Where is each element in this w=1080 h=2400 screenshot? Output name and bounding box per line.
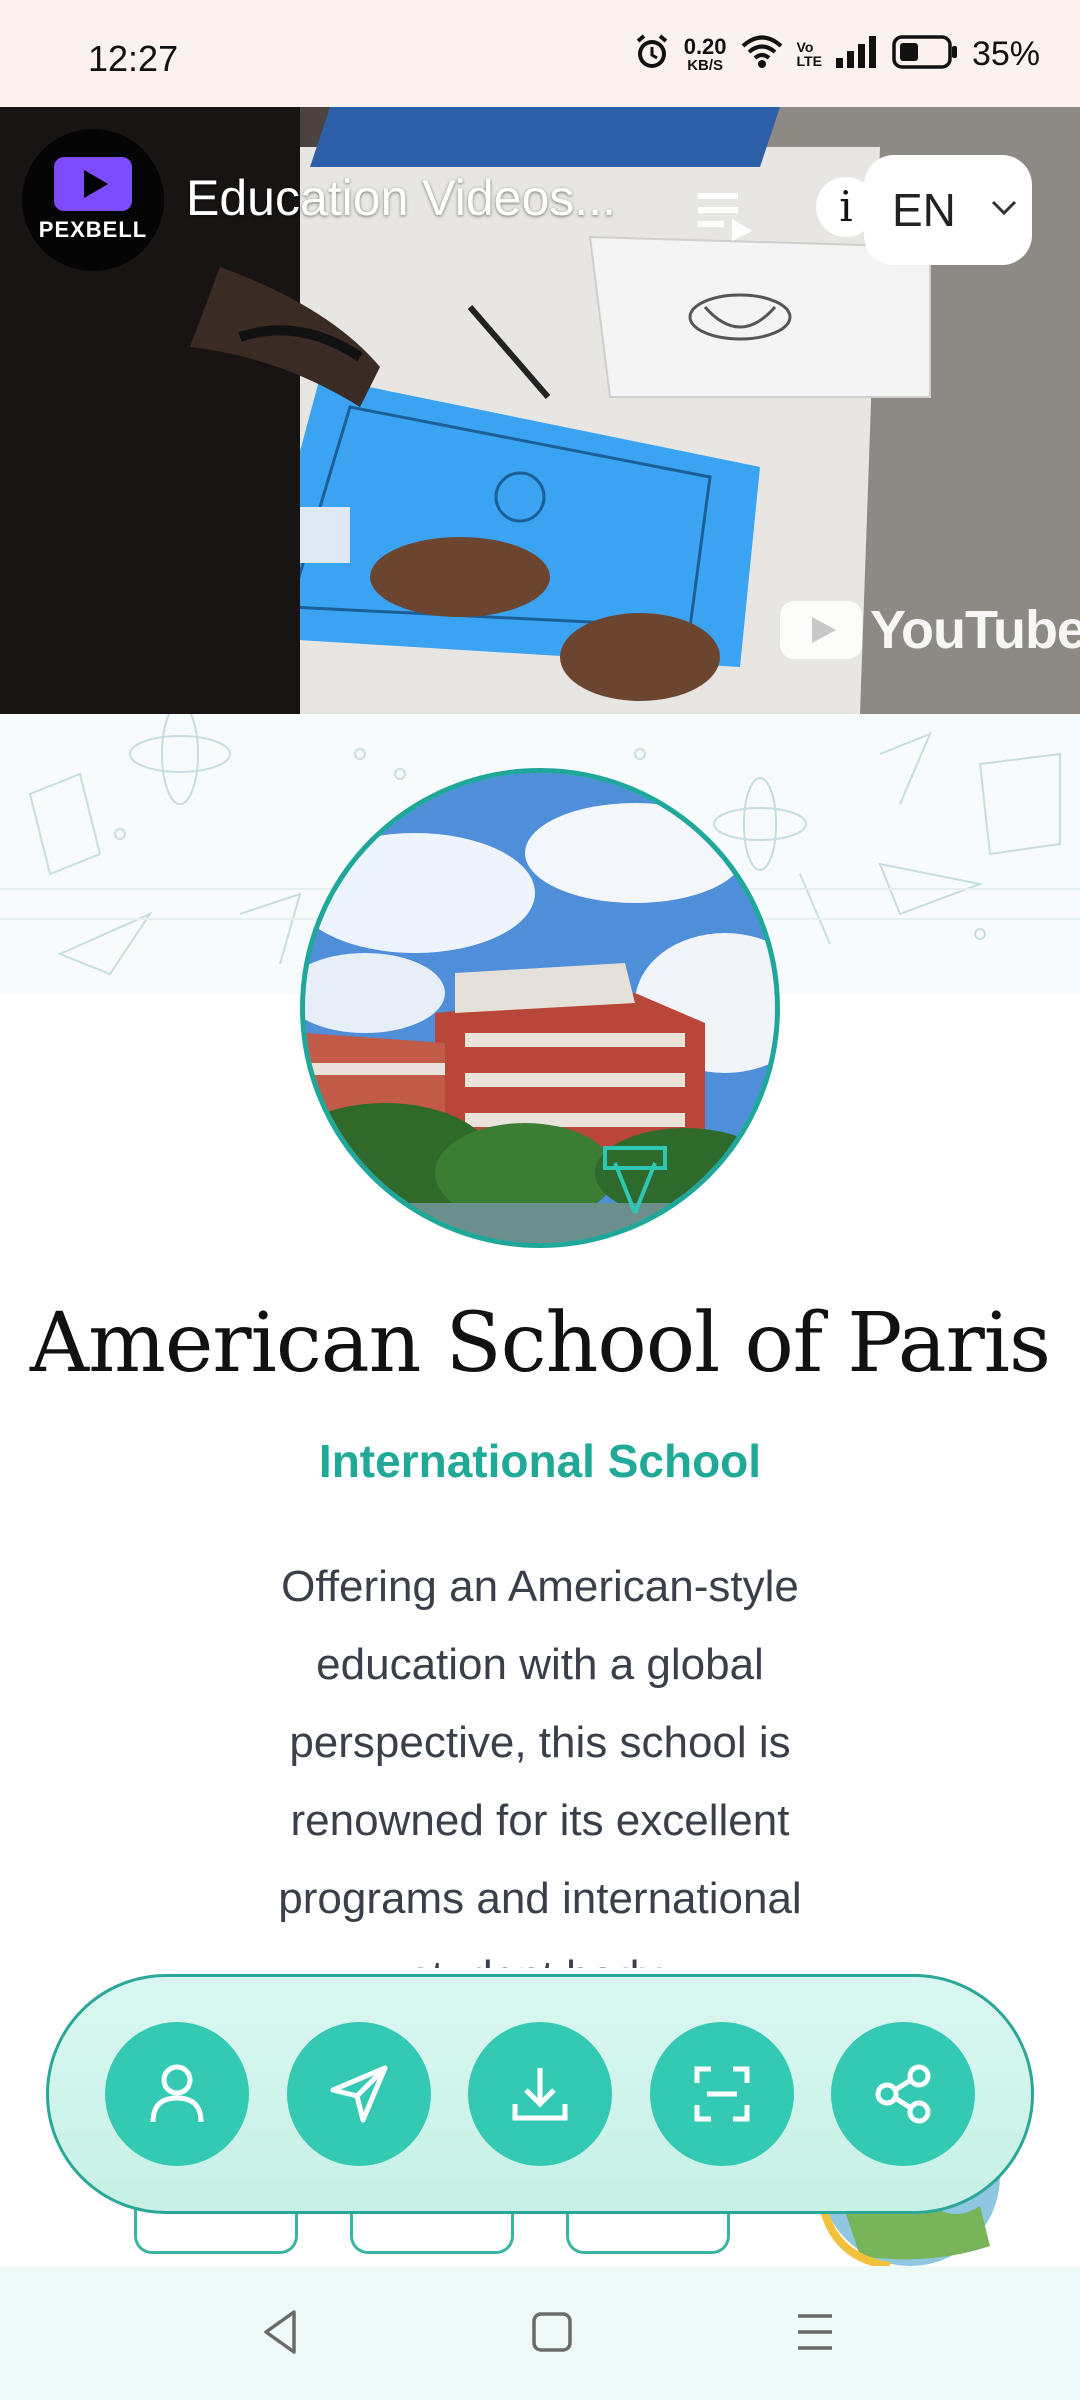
school-photo	[300, 768, 780, 1248]
chevron-down-icon	[991, 200, 1017, 216]
battery-percent: 35%	[971, 34, 1040, 73]
video-player[interactable]: PEXBELL Education Videos... i EN YouTube	[0, 107, 1080, 714]
person-icon	[150, 2064, 204, 2123]
share-icon	[875, 2064, 931, 2124]
volte-indicator: Vo LTE	[796, 39, 822, 69]
school-type: International School	[318, 1435, 762, 1487]
video-title[interactable]: Education Videos...	[186, 169, 616, 227]
playlist-icon[interactable]	[698, 191, 754, 246]
navigation-bar	[0, 2266, 1080, 2400]
back-icon	[264, 2310, 296, 2354]
wifi-icon	[741, 35, 783, 74]
contact-button[interactable]	[105, 2022, 249, 2166]
status-icons: 0.20 KB/S Vo LTE 35%	[634, 32, 1040, 76]
home-button[interactable]	[528, 2306, 576, 2363]
scan-icon	[694, 2066, 749, 2122]
status-bar: 12:27 0.20 KB/S Vo LTE 35%	[0, 0, 1080, 107]
alarm-icon	[634, 33, 670, 76]
language-select[interactable]: EN	[864, 155, 1032, 265]
youtube-watermark[interactable]: YouTube	[780, 599, 1080, 661]
channel-logo[interactable]: PEXBELL	[22, 129, 164, 271]
action-bar	[46, 1974, 1034, 2214]
school-description: Offering an American-style education wit…	[278, 1562, 802, 1968]
signal-icon	[835, 35, 878, 73]
home-icon	[532, 2312, 572, 2352]
scan-button[interactable]	[649, 2022, 794, 2166]
battery-icon	[892, 34, 958, 74]
download-button[interactable]	[468, 2022, 612, 2166]
recents-button[interactable]	[792, 2306, 838, 2363]
send-button[interactable]	[286, 2022, 431, 2166]
download-icon	[512, 2068, 568, 2121]
play-logo-icon	[54, 157, 132, 211]
language-value: EN	[892, 184, 956, 236]
share-button[interactable]	[831, 2022, 975, 2166]
menu-icon	[798, 2314, 832, 2350]
status-time: 12:27	[88, 38, 179, 79]
back-button[interactable]	[258, 2306, 302, 2363]
school-name: American School of Paris	[29, 1296, 1051, 1391]
send-icon	[330, 2065, 387, 2123]
network-speed: 0.20 KB/S	[683, 33, 727, 74]
youtube-icon	[780, 601, 862, 659]
